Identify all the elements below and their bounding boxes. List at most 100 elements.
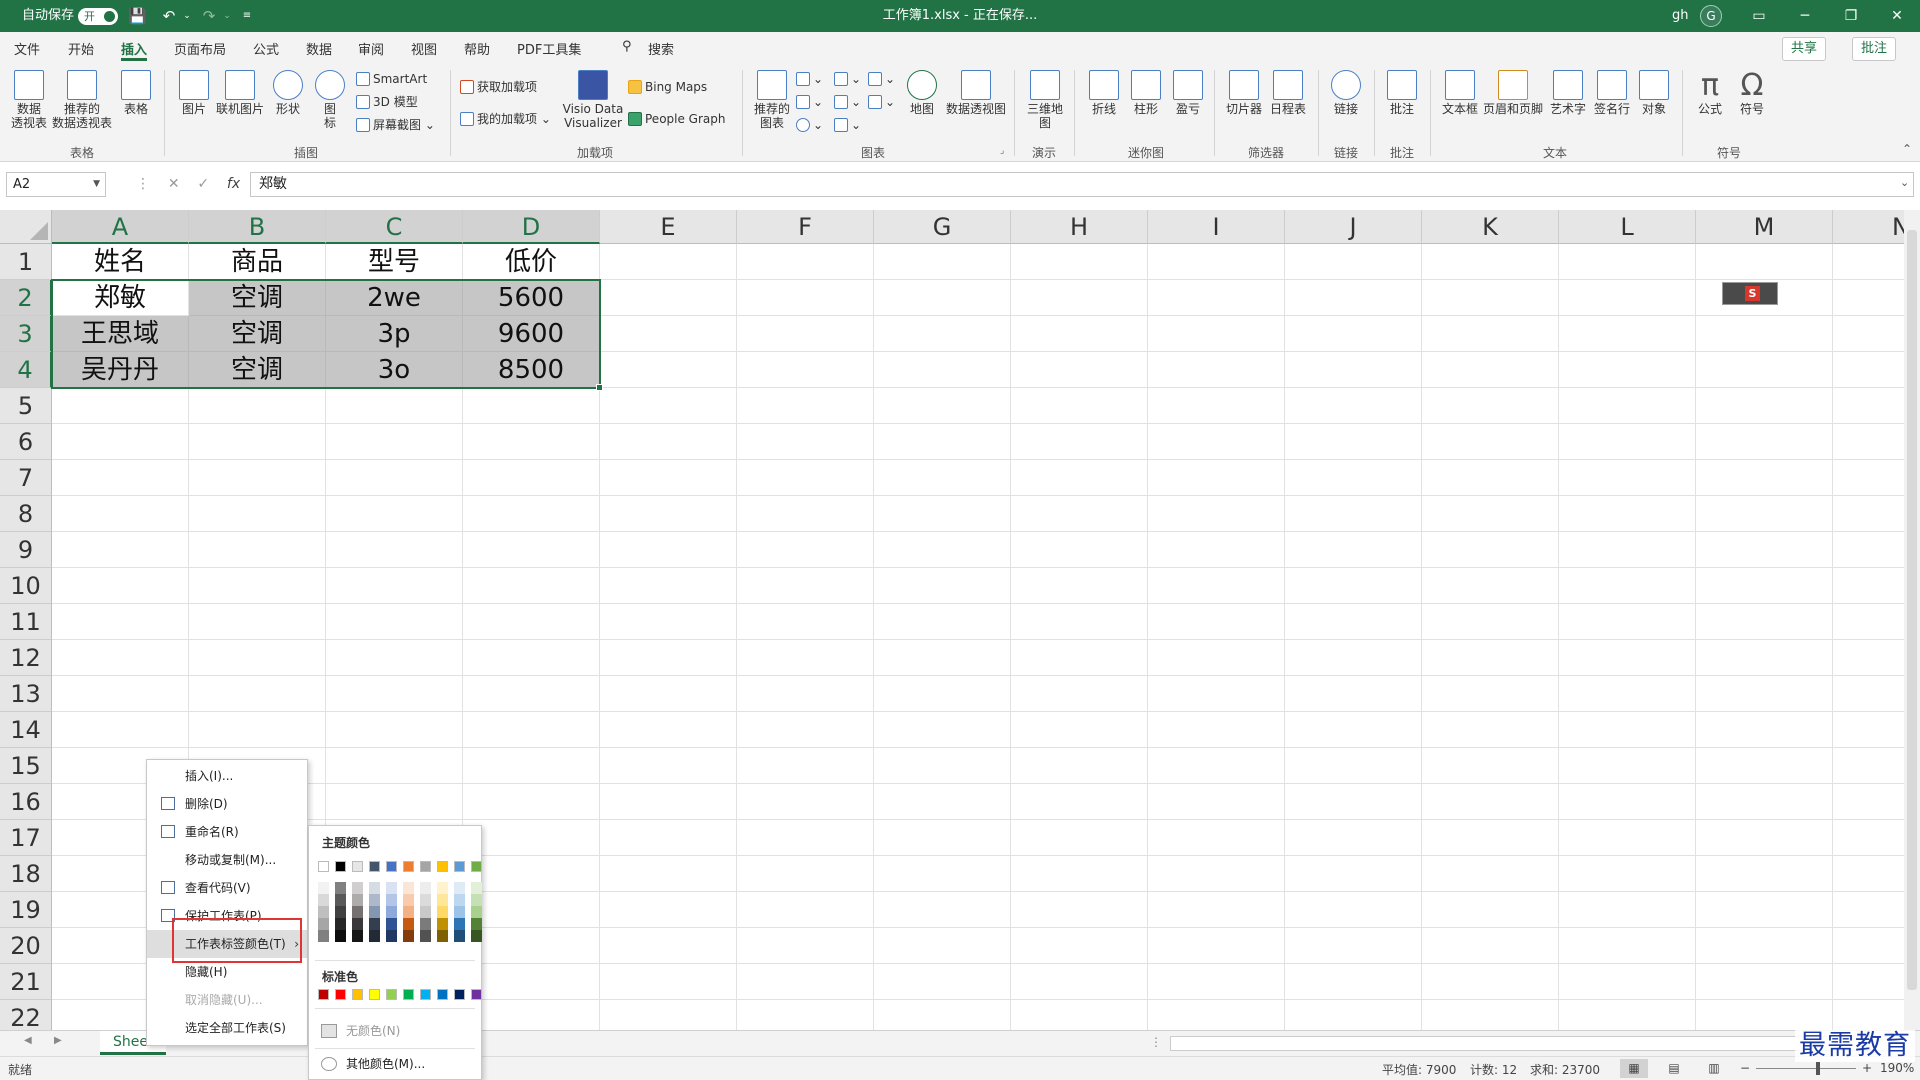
search-box[interactable]: 搜索 [648, 39, 674, 61]
theme-color-swatch[interactable] [335, 861, 346, 872]
cell-K8[interactable] [1422, 496, 1559, 532]
cell-N2[interactable] [1833, 280, 1904, 316]
cell-M10[interactable] [1696, 568, 1833, 604]
cell-B2[interactable]: 空调 [189, 280, 326, 316]
insert-function-icon[interactable]: fx [227, 176, 240, 192]
cell-K2[interactable] [1422, 280, 1559, 316]
cell-L5[interactable] [1559, 388, 1696, 424]
row-header[interactable]: 10 [0, 568, 52, 604]
cell-L19[interactable] [1559, 892, 1696, 928]
theme-tint-swatch[interactable] [403, 894, 414, 906]
theme-tint-swatch[interactable] [352, 894, 363, 906]
cell-K9[interactable] [1422, 532, 1559, 568]
signature-line-button[interactable]: 签名行 [1590, 70, 1634, 116]
theme-tint-swatch[interactable] [403, 882, 414, 894]
cell-E19[interactable] [600, 892, 737, 928]
theme-color-swatch[interactable] [352, 861, 363, 872]
cell-H9[interactable] [1011, 532, 1148, 568]
cell-J6[interactable] [1285, 424, 1422, 460]
redo-icon[interactable]: ↷ [200, 7, 218, 25]
visio-button[interactable]: Visio Data Visualizer [562, 70, 624, 130]
column-header[interactable]: B [189, 210, 326, 244]
cell-D20[interactable] [463, 928, 600, 964]
cell-J17[interactable] [1285, 820, 1422, 856]
cell-G16[interactable] [874, 784, 1011, 820]
cell-H19[interactable] [1011, 892, 1148, 928]
undo-icon[interactable]: ↶ [160, 7, 178, 25]
restore-icon[interactable]: ❐ [1828, 0, 1874, 32]
cell-J14[interactable] [1285, 712, 1422, 748]
cell-E13[interactable] [600, 676, 737, 712]
ctx-item-select-all-sheets[interactable]: 选定全部工作表(S) [147, 1014, 307, 1042]
cell-L2[interactable] [1559, 280, 1696, 316]
row-header[interactable]: 18 [0, 856, 52, 892]
cell-I2[interactable] [1148, 280, 1285, 316]
cell-N21[interactable] [1833, 964, 1904, 1000]
cell-D11[interactable] [463, 604, 600, 640]
cell-M22[interactable] [1696, 1000, 1833, 1030]
cell-J9[interactable] [1285, 532, 1422, 568]
cell-H14[interactable] [1011, 712, 1148, 748]
header-footer-button[interactable]: 页眉和页脚 [1482, 70, 1544, 116]
recommended-charts-button[interactable]: 推荐的 图表 [752, 70, 792, 130]
cell-B10[interactable] [189, 568, 326, 604]
theme-color-swatch[interactable] [471, 861, 482, 872]
standard-color-swatch[interactable] [369, 989, 380, 1000]
cell-E17[interactable] [600, 820, 737, 856]
cell-M16[interactable] [1696, 784, 1833, 820]
cell-N14[interactable] [1833, 712, 1904, 748]
cell-D18[interactable] [463, 856, 600, 892]
cell-F9[interactable] [737, 532, 874, 568]
cell-C13[interactable] [326, 676, 463, 712]
scroll-right-icon[interactable]: ▶ [54, 1035, 62, 1046]
column-header[interactable]: H [1011, 210, 1148, 244]
cell-A2[interactable]: 郑敏 [52, 280, 189, 316]
theme-tint-swatch[interactable] [471, 894, 482, 906]
cell-K5[interactable] [1422, 388, 1559, 424]
pie-chart-button[interactable]: ⌄ [796, 116, 823, 134]
cell-M17[interactable] [1696, 820, 1833, 856]
cell-K15[interactable] [1422, 748, 1559, 784]
cell-I10[interactable] [1148, 568, 1285, 604]
zoom-in-icon[interactable]: + [1862, 1061, 1872, 1075]
cell-J5[interactable] [1285, 388, 1422, 424]
cell-L12[interactable] [1559, 640, 1696, 676]
cell-F5[interactable] [737, 388, 874, 424]
cell-A3[interactable]: 王思域 [52, 316, 189, 352]
standard-color-swatch[interactable] [403, 989, 414, 1000]
cell-N9[interactable] [1833, 532, 1904, 568]
cell-H10[interactable] [1011, 568, 1148, 604]
cell-A12[interactable] [52, 640, 189, 676]
theme-tint-swatch[interactable] [454, 918, 465, 930]
theme-tint-swatch[interactable] [437, 918, 448, 930]
row-header[interactable]: 16 [0, 784, 52, 820]
theme-tint-swatch[interactable] [318, 918, 329, 930]
cell-L16[interactable] [1559, 784, 1696, 820]
wps-float-toolbar[interactable]: S [1722, 282, 1778, 305]
cell-A4[interactable]: 吴丹丹 [52, 352, 189, 388]
cell-E12[interactable] [600, 640, 737, 676]
cell-F6[interactable] [737, 424, 874, 460]
cell-D1[interactable]: 低价 [463, 244, 600, 280]
cell-E15[interactable] [600, 748, 737, 784]
cell-B3[interactable]: 空调 [189, 316, 326, 352]
cell-B4[interactable]: 空调 [189, 352, 326, 388]
smartart-button[interactable]: SmartArt [356, 70, 427, 88]
row-header[interactable]: 11 [0, 604, 52, 640]
cell-J19[interactable] [1285, 892, 1422, 928]
scrollbar-thumb[interactable] [1907, 230, 1917, 990]
theme-color-swatch[interactable] [386, 861, 397, 872]
cell-J20[interactable] [1285, 928, 1422, 964]
link-button[interactable]: 链接 [1326, 70, 1366, 116]
column-header[interactable]: J [1285, 210, 1422, 244]
column-header[interactable]: A [52, 210, 189, 244]
cell-M5[interactable] [1696, 388, 1833, 424]
row-header[interactable]: 1 [0, 244, 52, 280]
cell-E21[interactable] [600, 964, 737, 1000]
cell-D16[interactable] [463, 784, 600, 820]
ctx-item-hide[interactable]: 隐藏(H) [147, 958, 307, 986]
cell-I16[interactable] [1148, 784, 1285, 820]
cell-L10[interactable] [1559, 568, 1696, 604]
my-addins-button[interactable]: 我的加载项 ⌄ [460, 110, 551, 128]
cell-N17[interactable] [1833, 820, 1904, 856]
